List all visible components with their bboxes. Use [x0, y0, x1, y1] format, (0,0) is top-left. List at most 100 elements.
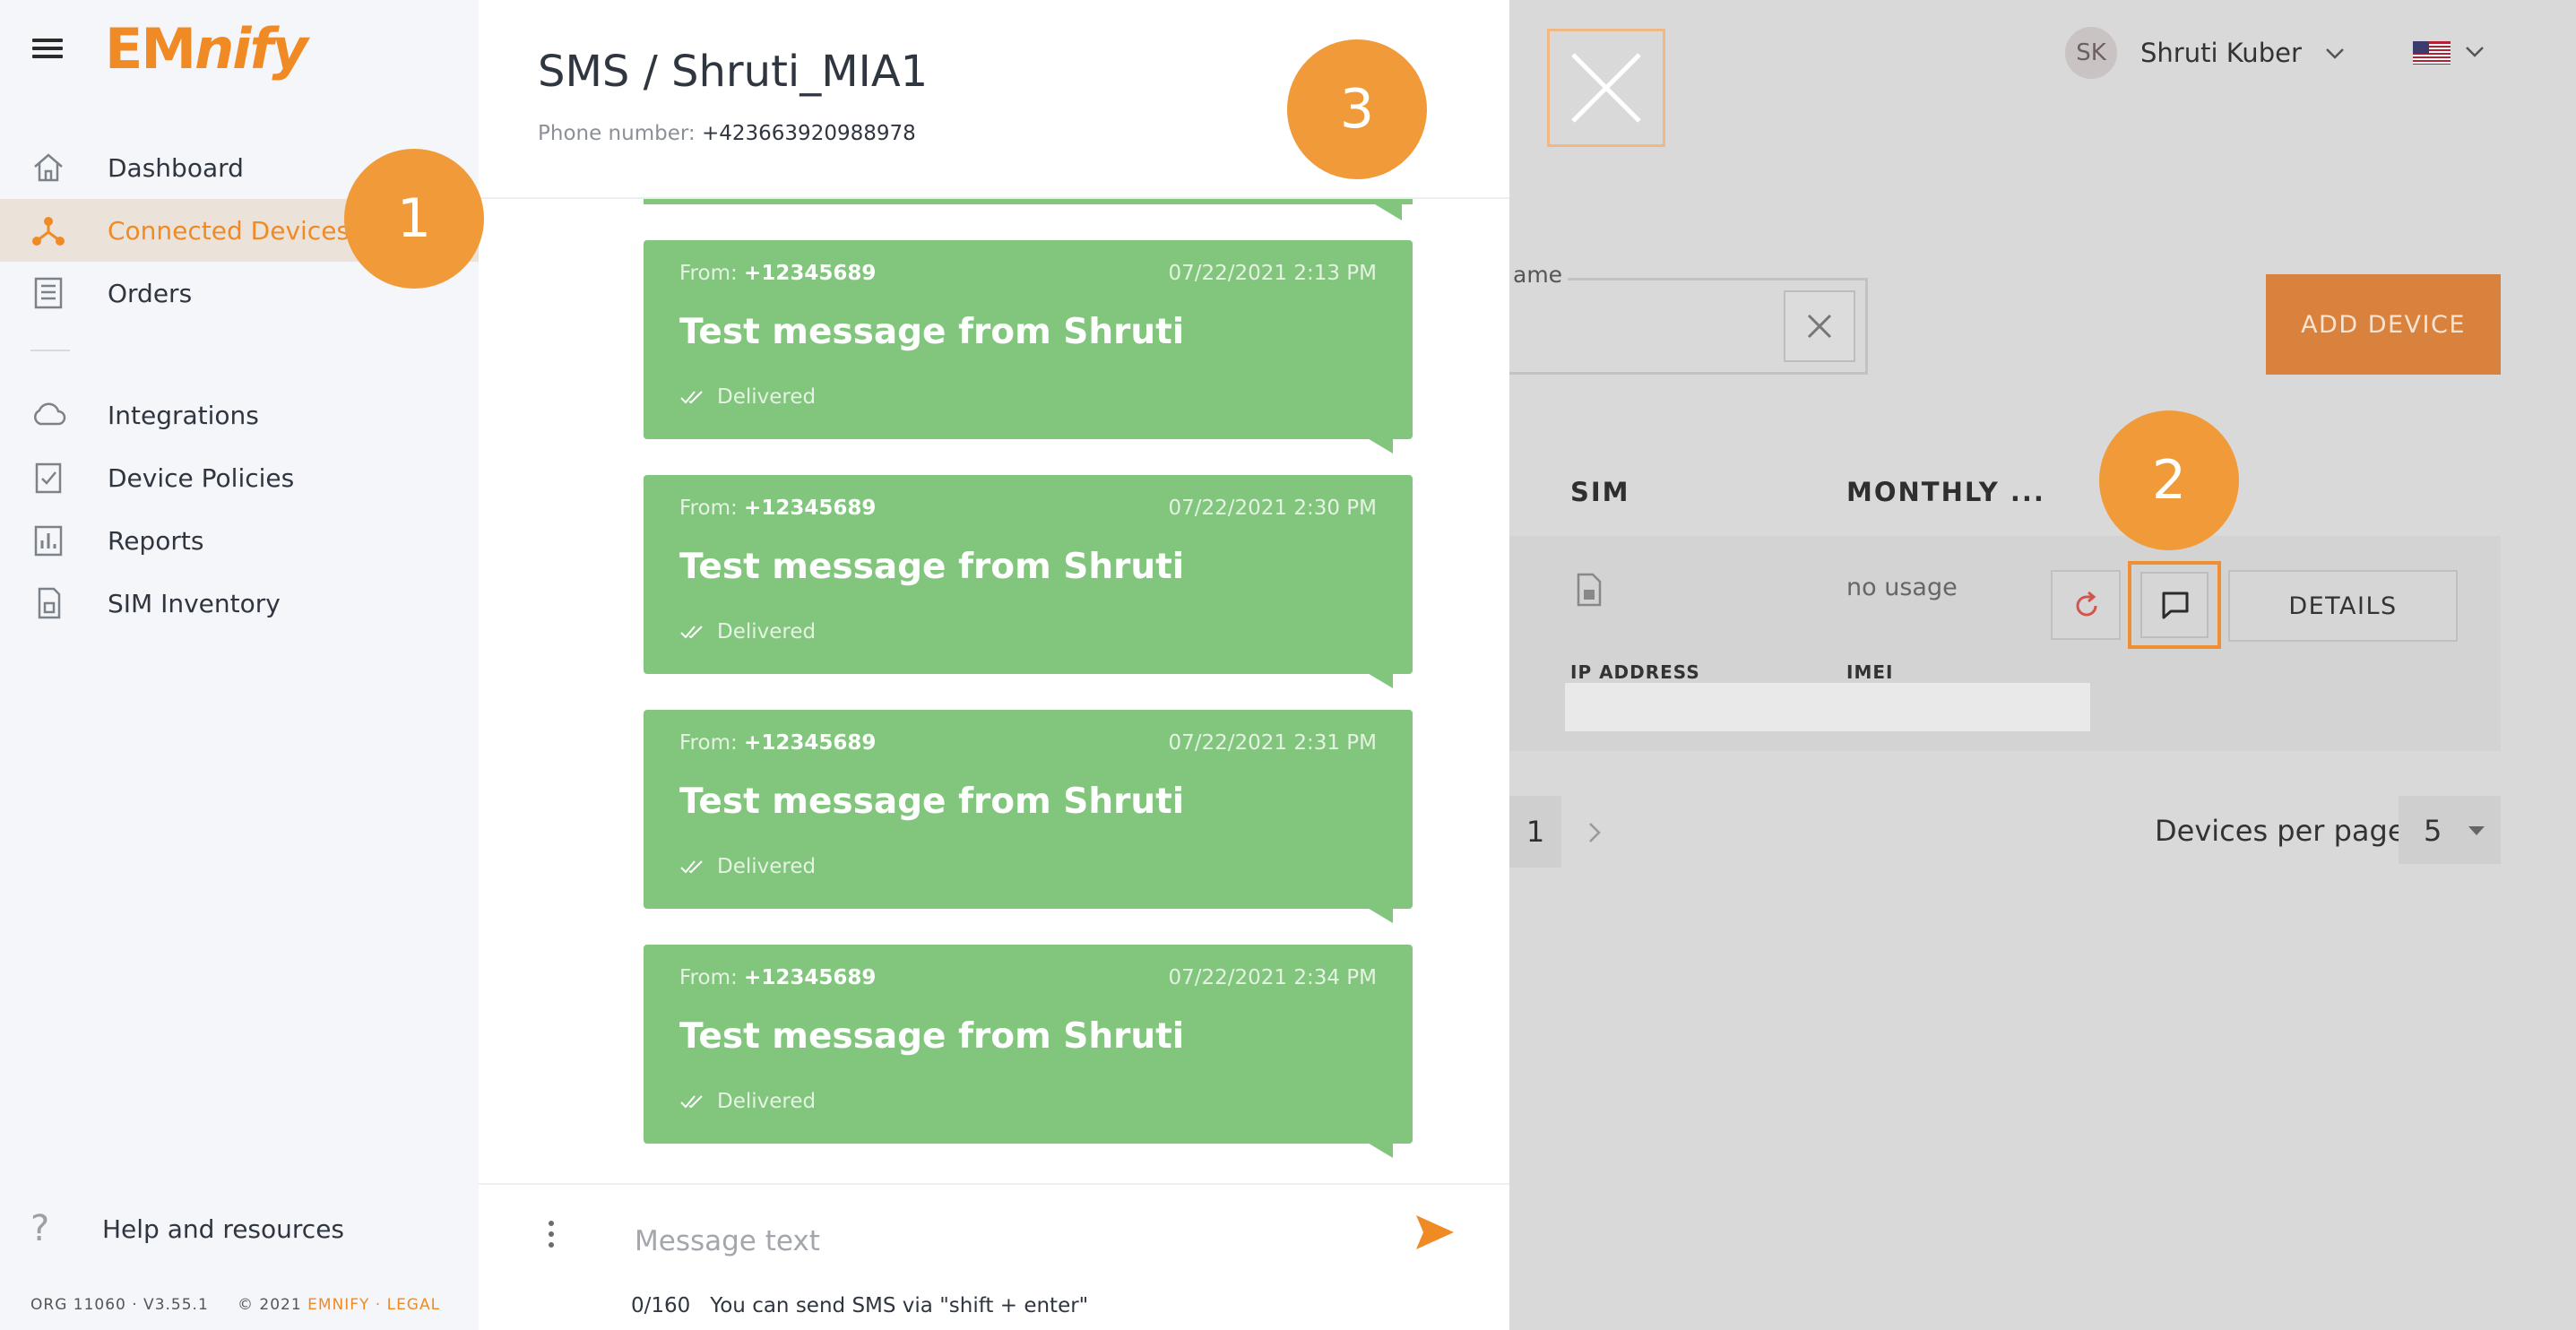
cloud-icon [34, 402, 66, 426]
message-time: 07/22/2021 2:31 PM [1168, 731, 1377, 755]
search-label: ame [1508, 262, 1569, 288]
message-from: From: +12345689 [679, 262, 877, 285]
chat-bubble-icon [2162, 592, 2189, 619]
help-and-resources-link[interactable]: ? Help and resources [30, 1208, 344, 1249]
message-from: From: +12345689 [679, 731, 877, 755]
panel-title: SMS / Shruti_MIA1 [538, 47, 929, 97]
help-icon: ? [30, 1208, 50, 1249]
bubble-tail [1366, 437, 1393, 453]
message-input[interactable] [633, 1219, 1318, 1264]
legal-links[interactable]: EMNIFY · LEGAL [307, 1296, 440, 1314]
message-text: Test message from Shruti [679, 547, 1185, 587]
devices-per-page-label: Devices per page [2155, 814, 2406, 848]
sim-card-icon [1577, 573, 1602, 607]
sidebar-item-label: SIM Inventory [108, 588, 281, 618]
help-label: Help and resources [102, 1213, 345, 1244]
org-version: ORG 11060 · V3.55.1 [30, 1296, 209, 1314]
add-device-button[interactable]: ADD DEVICE [2266, 274, 2501, 375]
message-time: 07/22/2021 2:34 PM [1168, 966, 1377, 989]
per-page-value: 5 [2424, 814, 2442, 848]
double-check-icon [680, 391, 703, 404]
dropdown-caret-icon [2468, 826, 2485, 835]
message-text: Test message from Shruti [679, 1016, 1185, 1057]
close-icon [1571, 53, 1641, 123]
chevron-down-icon [2325, 48, 2344, 59]
message-from: From: +12345689 [679, 497, 877, 520]
connected-devices-icon [32, 217, 65, 246]
annotation-badge-2: 2 [2099, 410, 2239, 550]
message-status: Delivered [679, 385, 816, 409]
reset-connectivity-button[interactable] [2051, 570, 2121, 640]
refresh-icon [2076, 591, 2097, 617]
column-header-sim[interactable]: SIM [1570, 477, 1630, 507]
usage-value: no usage [1846, 574, 1958, 601]
devices-per-page-select[interactable]: 5 [2399, 796, 2501, 864]
bubble-tail [1375, 204, 1402, 220]
bubble-tail [1366, 907, 1393, 923]
message-time: 07/22/2021 2:30 PM [1168, 497, 1377, 520]
user-menu[interactable]: SK Shruti Kuber [2065, 27, 2347, 79]
user-name: Shruti Kuber [2140, 38, 2302, 68]
bubble-tail [1366, 672, 1393, 688]
double-check-icon [680, 860, 703, 874]
avatar: SK [2065, 27, 2117, 79]
message-from: From: +12345689 [679, 966, 877, 989]
clear-search-button[interactable] [1784, 290, 1855, 362]
sms-button-inner[interactable] [2140, 572, 2209, 638]
sidebar-item-label: Connected Devices [108, 215, 350, 246]
character-counter: 0/160 You can send SMS via "shift + ente… [631, 1294, 1089, 1317]
ip-address-label: IP ADDRESS [1570, 661, 1700, 683]
orders-icon [34, 277, 63, 309]
message-bubble: From: +12345689 07/22/2021 2:34 PM Test … [644, 945, 1413, 1158]
home-icon [34, 153, 63, 182]
sidebar-item-label: Reports [108, 525, 204, 556]
sms-button[interactable] [2128, 561, 2221, 649]
message-text: Test message from Shruti [679, 782, 1185, 822]
message-bubble-partial [644, 199, 1413, 204]
chevron-right-icon[interactable] [1583, 819, 1606, 846]
phone-number: Phone number: +423663920988978 [538, 122, 916, 145]
pagination-page-1[interactable]: 1 [1509, 796, 1561, 868]
sidebar-item-sim-inventory[interactable]: SIM Inventory [0, 572, 479, 635]
bubble-tail [1366, 1142, 1393, 1158]
annotation-badge-1: 1 [344, 149, 484, 289]
ip-address-field [1565, 683, 2090, 731]
column-header-monthly[interactable]: MONTHLY ... [1846, 477, 2045, 507]
sidebar-item-reports[interactable]: Reports [0, 509, 479, 572]
close-icon [1807, 314, 1832, 339]
more-options-icon[interactable] [549, 1221, 558, 1253]
message-status: Delivered [679, 620, 816, 643]
sidebar-item-device-policies[interactable]: Device Policies [0, 446, 479, 509]
imei-label: IMEI [1846, 661, 1894, 683]
sidebar-item-label: Orders [108, 278, 193, 308]
sim-card-icon [38, 587, 61, 619]
divider [479, 1183, 1509, 1185]
message-bubble: From: +12345689 07/22/2021 2:31 PM Test … [644, 710, 1413, 923]
message-text: Test message from Shruti [679, 312, 1185, 352]
double-check-icon [680, 1095, 703, 1109]
double-check-icon [680, 626, 703, 639]
emnify-logo[interactable]: EMnify [105, 16, 308, 82]
annotation-badge-3: 3 [1287, 39, 1427, 179]
bar-chart-icon [34, 525, 63, 557]
send-icon[interactable] [1414, 1213, 1456, 1251]
sidebar-item-label: Device Policies [108, 462, 295, 493]
details-button[interactable]: DETAILS [2228, 570, 2458, 642]
copyright: © 2021 EMNIFY · LEGAL [238, 1296, 441, 1314]
message-bubble: From: +12345689 07/22/2021 2:30 PM Test … [644, 475, 1413, 688]
close-panel-button[interactable] [1547, 29, 1665, 147]
message-status: Delivered [679, 855, 816, 878]
message-time: 07/22/2021 2:13 PM [1168, 262, 1377, 285]
chevron-down-icon[interactable] [2463, 39, 2486, 63]
sms-panel: SMS / Shruti_MIA1 Phone number: +4236639… [479, 0, 1509, 1330]
sidebar-item-label: Integrations [108, 400, 259, 430]
sidebar-item-label: Dashboard [108, 152, 244, 183]
message-list[interactable]: From: +12345689 07/22/2021 2:13 PM Test … [479, 199, 1509, 1183]
clipboard-check-icon [35, 462, 62, 494]
sidebar-divider [30, 350, 70, 351]
menu-icon[interactable] [32, 34, 63, 65]
message-status: Delivered [679, 1090, 816, 1113]
sidebar-item-integrations[interactable]: Integrations [0, 384, 479, 446]
us-flag-icon[interactable] [2413, 41, 2451, 65]
message-bubble: From: +12345689 07/22/2021 2:13 PM Test … [644, 240, 1413, 453]
